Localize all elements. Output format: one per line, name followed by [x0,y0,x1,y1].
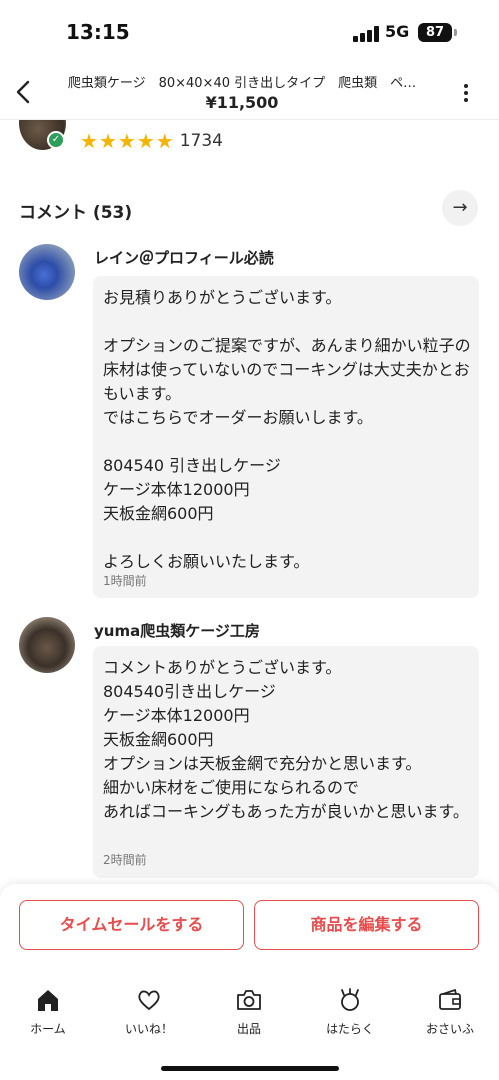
tab-label: いいね！ [124,1022,173,1036]
bottom-panel: タイムセールをする 商品を編集する ホーム いいね！ 出品 はたらく おさいふ [0,884,499,1080]
commenter-avatar[interactable] [19,244,75,300]
status-bar: 13:15 5G 87 [0,0,499,64]
seller-rating[interactable]: ★ ★ ★ ★ ★ 1734 [80,129,223,153]
tab-sell[interactable]: 出品 [209,987,289,1037]
star-icon: ★ [136,129,155,153]
star-icon: ★ [80,129,98,153]
tab-work[interactable]: はたらく [310,987,390,1037]
item-header: 爬虫類ケージ 80×40×40 引き出しタイプ 爬虫類 ペ… ¥11,500 [0,64,499,120]
network-label: 5G [385,22,410,41]
comment-time: 2時間前 [103,853,147,867]
status-time: 13:15 [66,20,130,44]
tab-label: はたらく [326,1022,374,1036]
wallet-icon [439,988,461,1010]
tab-label: 出品 [236,1022,261,1036]
tab-home[interactable]: ホーム [8,987,88,1037]
arrow-right-icon: → [452,197,468,218]
home-indicator [161,1066,339,1071]
comment-text: コメントありがとうございます。 804540引き出しケージ ケージ本体12000… [103,658,469,821]
tab-wallet[interactable]: おさいふ [410,987,490,1037]
heart-icon [138,990,160,1011]
tab-label: ホーム [30,1022,66,1036]
comment-bubble: コメントありがとうございます。 804540引き出しケージ ケージ本体12000… [93,646,479,878]
star-icon: ★ [98,129,117,153]
star-icon: ★ [117,129,136,153]
commenter-name[interactable]: yuma爬虫類ケージ工房 [94,620,260,641]
comment-time: 1時間前 [103,574,147,588]
tab-likes[interactable]: いいね！ [109,987,189,1037]
back-button[interactable] [10,78,38,106]
edit-item-button[interactable]: 商品を編集する [254,900,479,950]
comment-text: お見積りありがとうございます。 オプションのご提案ですが、あんまり細かい粒子の床… [103,288,471,571]
chevron-left-icon [16,80,30,104]
more-dots-icon [464,84,468,88]
work-icon [341,988,359,1011]
comments-more-button[interactable]: → [442,190,478,226]
battery-tip [454,29,457,36]
more-menu-button[interactable] [456,82,476,104]
star-icon: ★ [155,129,174,153]
commenter-avatar[interactable] [19,617,75,673]
rating-count: 1734 [179,131,223,151]
comments-heading: コメント (53) [19,203,133,223]
signal-icon [353,26,379,42]
item-price: ¥11,500 [205,93,279,112]
home-icon [38,990,58,1011]
comment-bubble: お見積りありがとうございます。 オプションのご提案ですが、あんまり細かい粒子の床… [93,276,479,598]
time-sale-button[interactable]: タイムセールをする [19,900,244,950]
camera-icon [237,990,261,1010]
battery-icon: 87 [418,23,452,42]
tab-label: おさいふ [425,1022,474,1036]
item-title: 爬虫類ケージ 80×40×40 引き出しタイプ 爬虫類 ペ… [67,76,417,91]
verified-badge-icon: ✓ [47,131,65,149]
commenter-name[interactable]: レイン＠プロフィール必読 [94,247,274,268]
